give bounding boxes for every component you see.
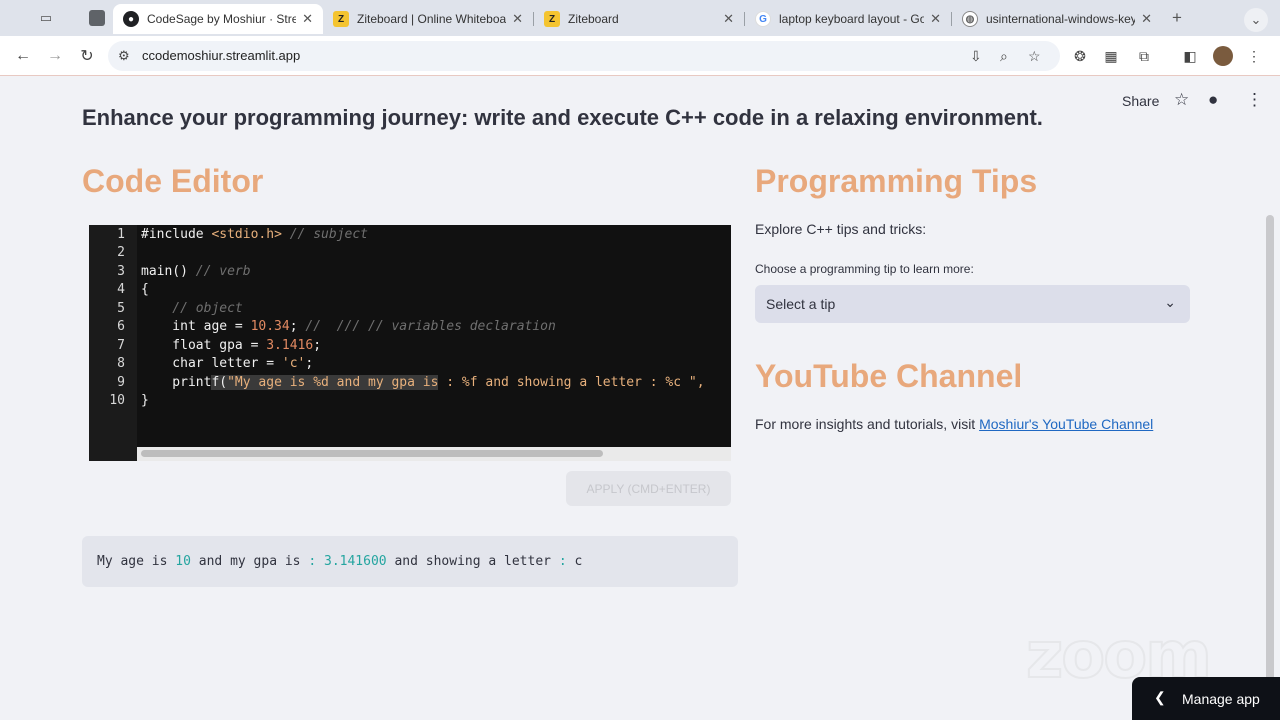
code-line-6: int age = 10.34; // /// // variables dec… bbox=[141, 319, 556, 334]
line-number-gutter: 1 2 3 4 5 6 7 8 9 10 bbox=[89, 225, 137, 461]
bookmark-star-icon[interactable]: ☆ bbox=[1028, 48, 1041, 65]
code-editor-heading: Code Editor bbox=[82, 163, 264, 199]
code-line-3: main() // verb bbox=[141, 264, 251, 279]
tip-select-value: Select a tip bbox=[766, 296, 836, 312]
ziteboard-icon: Z bbox=[333, 11, 349, 27]
apply-button[interactable]: APPLY (CMD+ENTER) bbox=[566, 471, 731, 506]
tab-codesage[interactable]: ● CodeSage by Moshiur · Strea ✕ bbox=[113, 4, 323, 34]
youtube-channel-heading: YouTube Channel bbox=[755, 358, 1023, 394]
tip-select[interactable]: Select a tip ⌄ bbox=[755, 285, 1190, 323]
site-info-icon[interactable]: ⚙ bbox=[118, 48, 130, 64]
code-line-8: char letter = 'c'; bbox=[141, 356, 314, 371]
page-scrollbar[interactable] bbox=[1266, 215, 1274, 715]
close-tab-icon[interactable]: ✕ bbox=[723, 11, 734, 27]
tab-ziteboard[interactable]: Z Ziteboard ✕ bbox=[534, 4, 744, 34]
line-number: 9 bbox=[117, 375, 125, 390]
line-number: 3 bbox=[117, 264, 125, 279]
code-output: My age is 10 and my gpa is : 3.141600 an… bbox=[82, 536, 738, 587]
chevron-left-icon: ❮ bbox=[1154, 689, 1166, 705]
globe-icon: ◍ bbox=[962, 11, 978, 27]
browser-toolbar: ← → ↻ ⚙ ccodemoshiur.streamlit.app ⇩ ⌕ ☆… bbox=[0, 36, 1280, 76]
code-line-4: { bbox=[141, 282, 149, 297]
tab-search-icon[interactable]: ▭ bbox=[35, 8, 57, 28]
ziteboard-icon: Z bbox=[544, 11, 560, 27]
extension-cookie-icon[interactable]: ❂ bbox=[1070, 46, 1090, 66]
code-line-7: float gpa = 3.1416; bbox=[141, 338, 322, 353]
browser-tab-bar: ▭ ● CodeSage by Moshiur · Strea ✕ Z Zite… bbox=[0, 0, 1280, 36]
line-number: 1 bbox=[117, 227, 125, 242]
extensions-puzzle-icon[interactable]: ⧉ bbox=[1134, 46, 1154, 66]
programming-tips-heading: Programming Tips bbox=[755, 163, 1038, 199]
github-icon[interactable]: ● bbox=[1208, 90, 1218, 110]
manage-app-button[interactable]: ❮ Manage app bbox=[1132, 677, 1280, 720]
line-number: 2 bbox=[117, 245, 125, 260]
line-number: 7 bbox=[117, 338, 125, 353]
star-icon[interactable]: ☆ bbox=[1174, 90, 1189, 110]
code-line-1: #include <stdio.h> // subject bbox=[141, 227, 368, 242]
forward-arrow-icon[interactable]: → bbox=[44, 45, 66, 67]
line-number: 6 bbox=[117, 319, 125, 334]
output-text: My age is 10 and my gpa is : 3.141600 an… bbox=[97, 554, 583, 569]
install-app-icon[interactable]: ⇩ bbox=[970, 48, 982, 65]
code-editor[interactable]: 1 2 3 4 5 6 7 8 9 10 #include <stdio.h> … bbox=[89, 225, 731, 461]
line-number: 8 bbox=[117, 356, 125, 371]
url-text[interactable]: ccodemoshiur.streamlit.app bbox=[142, 48, 300, 63]
extension-devtools-icon[interactable]: ▦ bbox=[1101, 46, 1121, 66]
code-line-9: printf("My age is %d and my gpa is : %f … bbox=[141, 375, 705, 390]
tip-select-label: Choose a programming tip to learn more: bbox=[755, 262, 974, 276]
line-number: 5 bbox=[117, 301, 125, 316]
browser-menu-icon[interactable]: ⋮ bbox=[1244, 46, 1264, 66]
line-number: 10 bbox=[109, 393, 125, 408]
new-tab-button[interactable]: + bbox=[1166, 8, 1188, 28]
chevron-down-icon: ⌄ bbox=[1164, 294, 1176, 310]
tab-group-icon[interactable] bbox=[86, 8, 108, 28]
streamlit-app: Enhance your programming journey: write … bbox=[0, 77, 1280, 720]
back-arrow-icon[interactable]: ← bbox=[12, 45, 34, 67]
close-tab-icon[interactable]: ✕ bbox=[1141, 11, 1152, 27]
youtube-text: For more insights and tutorials, visit M… bbox=[755, 416, 1154, 432]
tips-subtitle: Explore C++ tips and tricks: bbox=[755, 221, 927, 237]
streamlit-icon: ● bbox=[123, 11, 139, 27]
close-tab-icon[interactable]: ✕ bbox=[930, 11, 941, 27]
page-subtitle: Enhance your programming journey: write … bbox=[82, 105, 1043, 130]
side-panel-icon[interactable]: ◧ bbox=[1180, 46, 1200, 66]
zoom-icon[interactable]: ⌕ bbox=[1000, 48, 1008, 65]
reload-icon[interactable]: ↻ bbox=[76, 45, 98, 67]
profile-avatar[interactable] bbox=[1213, 46, 1233, 66]
close-tab-icon[interactable]: ✕ bbox=[512, 11, 523, 27]
tab-list-chevron-icon[interactable]: ⌄ bbox=[1244, 8, 1268, 32]
youtube-channel-link[interactable]: Moshiur's YouTube Channel bbox=[979, 416, 1153, 432]
tab-usinternational[interactable]: ◍ usinternational-windows-key ✕ bbox=[952, 4, 1162, 34]
code-line-10: } bbox=[141, 393, 149, 408]
share-button[interactable]: Share bbox=[1122, 93, 1159, 109]
scrollbar-thumb[interactable] bbox=[141, 450, 603, 457]
tab-ziteboard-online[interactable]: Z Ziteboard | Online Whiteboar ✕ bbox=[323, 4, 533, 34]
code-line-5: // object bbox=[141, 301, 243, 316]
app-header-actions: Share ☆ ● ⋮ bbox=[1060, 77, 1280, 123]
app-menu-icon[interactable]: ⋮ bbox=[1246, 90, 1263, 110]
tab-keyboard-layout[interactable]: G laptop keyboard layout - Goo ✕ bbox=[745, 4, 951, 34]
google-icon: G bbox=[755, 11, 771, 27]
close-tab-icon[interactable]: ✕ bbox=[302, 11, 313, 27]
editor-horizontal-scrollbar[interactable] bbox=[137, 447, 731, 461]
line-number: 4 bbox=[117, 282, 125, 297]
address-bar[interactable]: ⚙ ccodemoshiur.streamlit.app ⇩ ⌕ ☆ bbox=[108, 41, 1060, 71]
